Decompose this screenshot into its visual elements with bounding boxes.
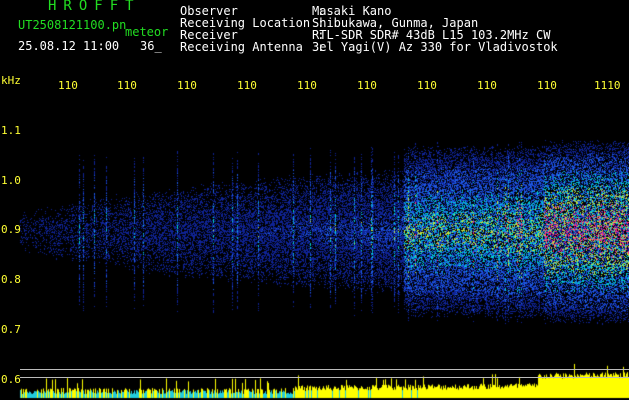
logo-hrofft: HROFFT xyxy=(48,0,141,14)
x-tick: 110 xyxy=(297,79,317,92)
x-tick: 110 xyxy=(537,79,557,92)
x-tick: 110 xyxy=(477,79,497,92)
x-tick: 110 xyxy=(237,79,257,92)
y-tick: 0.8 xyxy=(1,273,21,286)
observation-datetime: 25.08.12 11:00 xyxy=(18,39,120,53)
x-tick: 1110 xyxy=(594,79,621,92)
y-tick: 0.6 xyxy=(1,373,21,386)
info-values: Masaki Kano Shibukawa, Gunma, Japan RTL-… xyxy=(312,4,558,54)
file-name: UT2508121100.pn xyxy=(18,18,127,32)
amplitude-baseline xyxy=(20,377,629,378)
y-tick: 0.9 xyxy=(1,223,21,236)
x-tick: 110 xyxy=(417,79,437,92)
amplitude-baseline xyxy=(20,369,629,370)
y-tick: 0.7 xyxy=(1,323,21,336)
x-tick: 110 xyxy=(177,79,197,92)
x-tick: 110 xyxy=(58,79,78,92)
y-tick: 1.0 xyxy=(1,174,21,187)
meteor-count: 36_ xyxy=(140,39,162,53)
info-labels: Observer : Receiving Location : Receiver… xyxy=(180,4,325,54)
x-axis-ticks: 110 110 110 110 110 110 110 110 110 1110 xyxy=(0,79,629,93)
amplitude-strip xyxy=(0,0,629,400)
y-tick: 1.1 xyxy=(1,124,21,137)
x-tick: 110 xyxy=(357,79,377,92)
meteor-tag: meteor xyxy=(125,25,169,39)
x-tick: 110 xyxy=(117,79,137,92)
